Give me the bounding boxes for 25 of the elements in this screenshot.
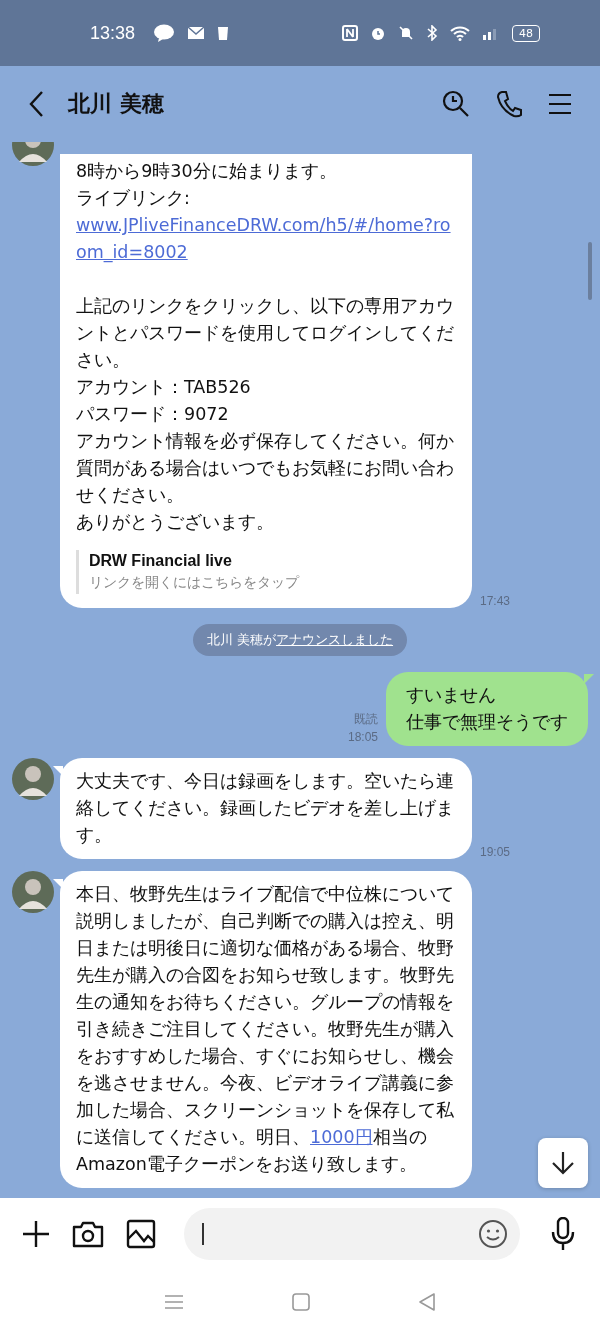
read-receipt: 既読 [354, 711, 378, 728]
link[interactable]: 1000円 [310, 1127, 373, 1147]
message-text: ライブリンク: [76, 187, 191, 210]
message-text: アカウント情報を必ず保存してください。何か質問がある場合はいつでもお気軽にお問い合わせください。 [76, 430, 455, 507]
preview-title: DRW Financial live [89, 552, 233, 570]
message-text: 8時から9時30分に始まります。 [76, 160, 338, 183]
link-preview[interactable]: DRW Financial live リンクを開くにはこちらをタップ [76, 550, 458, 594]
message-text: パスワード：9072 [76, 403, 230, 426]
preview-subtitle: リンクを開くにはこちらをタップ [89, 574, 301, 592]
status-time: 13:38 [90, 22, 136, 44]
message-text: 上記のリンクをクリックし、以下の専用アカウントとパスワードを使用してログインしてください。 [76, 295, 455, 372]
message-time: 19:05 [480, 845, 511, 859]
message-text: ありがとうございます。 [76, 511, 275, 534]
link[interactable]: www.JPliveFinanceDRW.com/h5/#/home?room_id=8002 [76, 212, 458, 266]
battery-indicator: 48 [512, 24, 540, 42]
system-notice: 北川 美穂がアナウンスしました [192, 624, 408, 656]
message-text: 大丈夫です、今日は録画をします。空いたら連絡してください。録画したビデオを差し上げます。 [76, 770, 455, 847]
message-time: 18:05 [347, 729, 378, 746]
message-text: 仕事で無理そうです [406, 711, 568, 734]
chat-title: 北川 美穂 [68, 90, 164, 118]
message-text: アカウント：TAB526 [76, 376, 252, 399]
message-time: 17:43 [480, 594, 511, 608]
announcement-link[interactable]: アナウンスしました [276, 632, 394, 647]
message-text: 本日、牧野先生はライブ配信で中位株について説明しましたが、自己判断での購入は控え、明日または明後日に適切な価格がある場合、牧野先生が購入の合図をお知らせ致します。牧野先生の通知をお待ちください。グループの情報を引き続きご注目してください。牧野先生が購入をおすすめした場合、すぐにお知らせし、機会を逃させません。今夜、ビデオライブ講義に参加した場合、スクリーンショットを保存して私に送信してください。明日、1000円相当のAmazon電子クーポンをお送り致します。 [76, 883, 455, 1176]
message-text: すいません [406, 684, 497, 707]
